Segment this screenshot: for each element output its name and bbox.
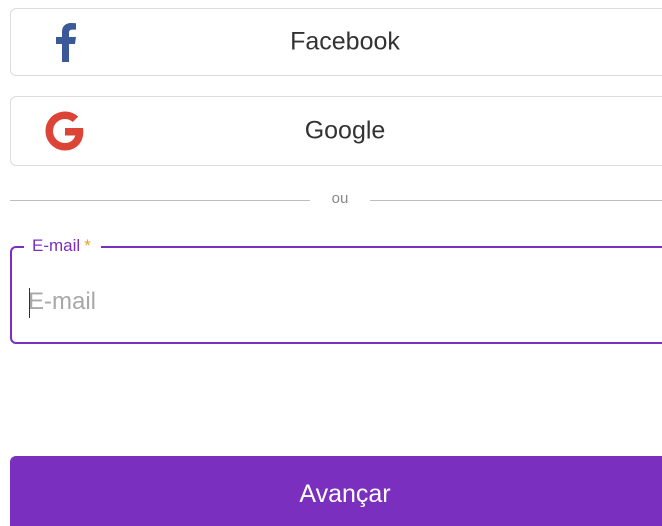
- facebook-login-button[interactable]: Facebook: [10, 8, 662, 76]
- next-button-label: Avançar: [299, 480, 391, 508]
- facebook-button-label: Facebook: [290, 27, 400, 56]
- divider-line-right: [370, 200, 662, 201]
- email-label-text: E-mail: [32, 236, 81, 255]
- email-field-label: E-mail *: [24, 234, 101, 258]
- divider-text: ou: [331, 190, 349, 207]
- email-field[interactable]: E-mail *: [10, 234, 662, 344]
- or-divider: ou: [10, 188, 662, 212]
- text-caret: [29, 288, 30, 318]
- google-button-label: Google: [304, 116, 386, 145]
- divider-line-left: [10, 200, 310, 201]
- next-button[interactable]: Avançar: [10, 456, 662, 526]
- google-login-button[interactable]: Google: [10, 96, 662, 166]
- email-input[interactable]: [28, 284, 628, 320]
- login-page: Facebook Google ou E-mail* Avançar: [0, 0, 662, 526]
- required-marker: *: [84, 236, 91, 255]
